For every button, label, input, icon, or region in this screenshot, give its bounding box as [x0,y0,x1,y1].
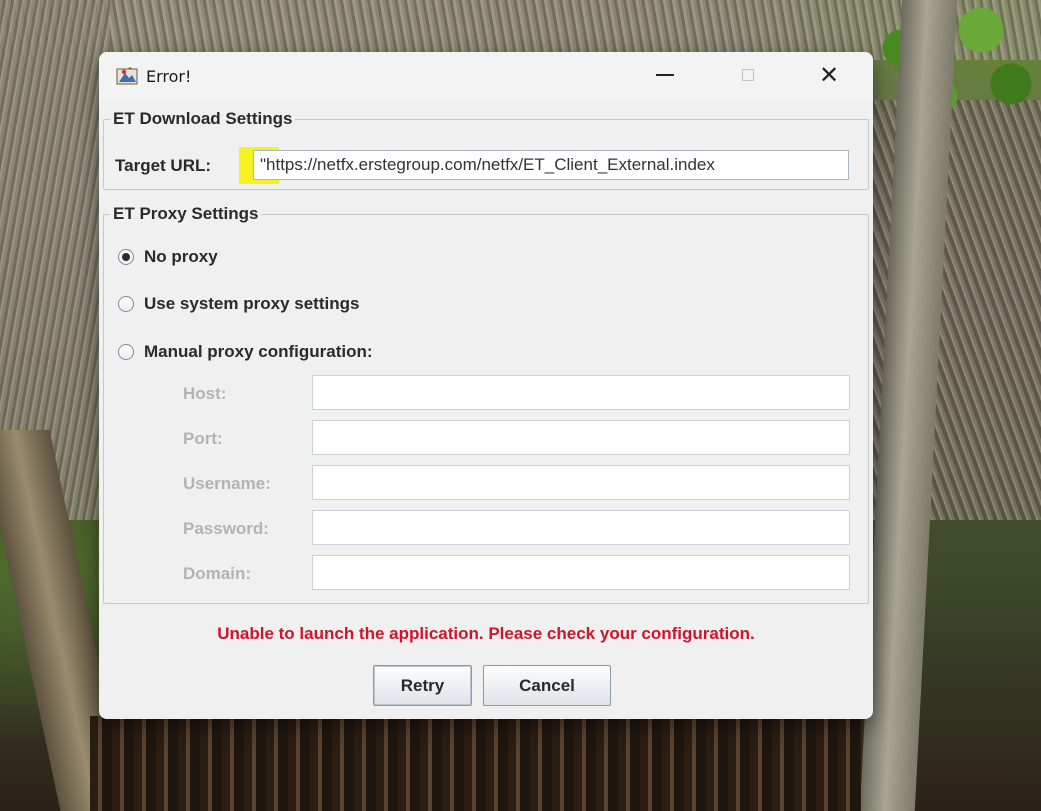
port-label: Port: [183,429,223,448]
domain-label: Domain: [183,564,251,583]
java-app-icon [116,67,138,85]
retry-button[interactable]: Retry [373,665,472,706]
maximize-button [713,52,783,98]
minimize-button[interactable] [630,52,700,98]
radio-button[interactable] [118,296,134,312]
username-input[interactable] [312,465,850,500]
radio-button-selected[interactable] [118,249,134,265]
title-bar[interactable]: Error! ✕ [99,52,873,102]
radio-button[interactable] [118,344,134,360]
password-label: Password: [183,519,269,538]
close-icon: ✕ [818,61,840,89]
radio-system-proxy-label: Use system proxy settings [144,294,360,313]
wallpaper-fence [90,716,861,811]
window-title: Error! [146,67,192,86]
domain-input[interactable] [312,555,850,590]
host-input[interactable] [312,375,850,410]
error-dialog: Error! ✕ ET Download Settings Target URL… [99,52,873,719]
minimize-icon [656,74,674,76]
proxy-settings-title: ET Proxy Settings [110,204,262,224]
target-url-label: Target URL: [115,156,212,175]
radio-system-proxy[interactable]: Use system proxy settings [118,292,359,316]
password-input[interactable] [312,510,850,545]
radio-no-proxy[interactable]: No proxy [118,245,218,269]
radio-no-proxy-label: No proxy [144,247,218,266]
radio-dot [122,253,130,261]
target-url-input[interactable]: "https://netfx.erstegroup.com/netfx/ET_C… [253,150,849,180]
host-label: Host: [183,384,227,403]
cancel-button[interactable]: Cancel [483,665,611,706]
radio-manual-proxy-label: Manual proxy configuration: [144,342,373,361]
download-settings-title: ET Download Settings [110,109,296,129]
error-message: Unable to launch the application. Please… [217,624,755,643]
radio-manual-proxy[interactable]: Manual proxy configuration: [118,340,373,364]
maximize-icon [742,69,754,81]
port-input[interactable] [312,420,850,455]
username-label: Username: [183,474,271,493]
close-button[interactable]: ✕ [794,52,864,98]
